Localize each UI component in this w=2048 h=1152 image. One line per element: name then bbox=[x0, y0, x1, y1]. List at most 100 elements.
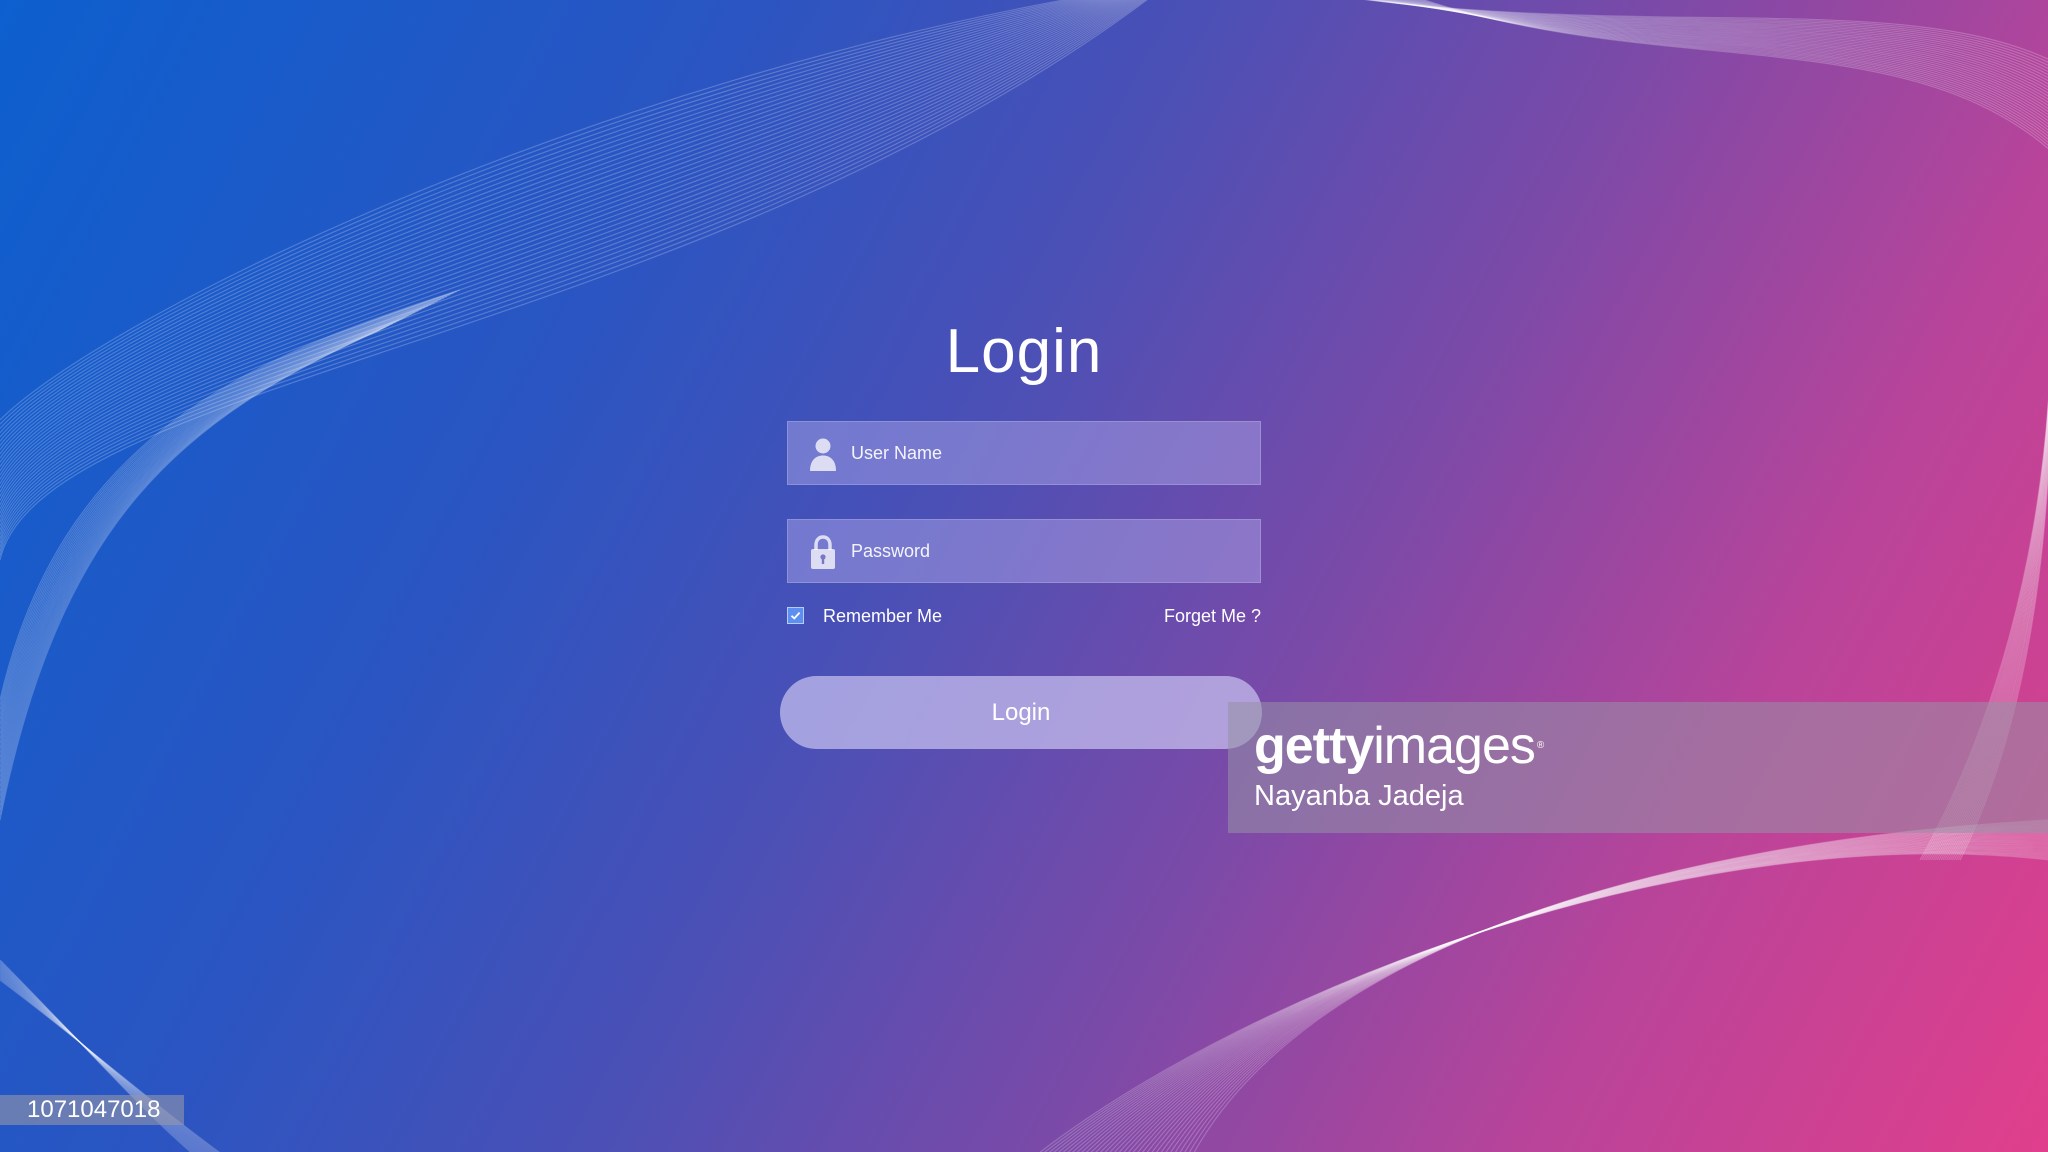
user-icon bbox=[810, 438, 836, 471]
watermark-logo-mark: ® bbox=[1536, 740, 1544, 751]
wave-line bbox=[0, 313, 413, 773]
wave-line bbox=[0, 329, 381, 821]
wave-line bbox=[0, 294, 451, 715]
wave-line bbox=[1420, 0, 2048, 147]
wave-line bbox=[1384, 0, 2048, 97]
wave-line bbox=[1118, 838, 2048, 1152]
wave-line bbox=[1095, 843, 2048, 1152]
wave-line bbox=[1053, 850, 2048, 1152]
wave-line bbox=[1132, 835, 2048, 1152]
wave-line bbox=[1404, 0, 2048, 125]
wave-line bbox=[1378, 0, 2048, 88]
wave-line bbox=[1382, 0, 2048, 94]
wave-line bbox=[0, 0, 1114, 480]
page-title: Login bbox=[945, 317, 1103, 386]
wave-line bbox=[1391, 0, 2048, 106]
wave-line bbox=[0, 316, 406, 782]
wave-line bbox=[1402, 0, 2048, 122]
wave-line bbox=[0, 975, 215, 1152]
wave-line bbox=[0, 307, 426, 753]
wave-line bbox=[0, 327, 384, 816]
remember-row: Remember Me Forget Me ? bbox=[787, 604, 1261, 628]
wave-line bbox=[1039, 853, 2048, 1152]
wave-line bbox=[1406, 0, 2048, 128]
wave-line bbox=[1184, 821, 2048, 1152]
wave-line bbox=[1369, 0, 2048, 73]
wave-line bbox=[1170, 825, 2048, 1152]
wave-line bbox=[0, 310, 419, 763]
watermark-logo-bold: getty bbox=[1254, 717, 1374, 775]
wave-line bbox=[0, 0, 1116, 484]
login-button[interactable]: Login bbox=[780, 676, 1262, 749]
wave-line bbox=[1418, 0, 2048, 143]
wave-line bbox=[1058, 850, 2048, 1152]
wave-line bbox=[1123, 837, 2048, 1152]
wave-line bbox=[1137, 833, 2048, 1152]
wave-line bbox=[0, 0, 1101, 459]
wave-line bbox=[1364, 0, 2048, 63]
wave-line bbox=[1193, 819, 2048, 1152]
password-input[interactable] bbox=[851, 520, 1241, 582]
wave-line bbox=[1368, 0, 2048, 70]
wave-line bbox=[1423, 0, 2048, 150]
wave-line bbox=[1411, 0, 2048, 134]
wave-line bbox=[1409, 0, 2048, 131]
wave-line bbox=[0, 978, 219, 1152]
wave-line bbox=[0, 300, 438, 734]
wave-line bbox=[1104, 841, 2048, 1152]
wave-line bbox=[1067, 848, 2048, 1152]
wave-line bbox=[1086, 845, 2048, 1152]
wave-line bbox=[1399, 0, 2048, 119]
wave-line bbox=[1165, 826, 2048, 1152]
wave-line bbox=[0, 291, 457, 705]
forget-me-link[interactable]: Forget Me ? bbox=[1164, 604, 1261, 628]
wave-line bbox=[1146, 831, 2048, 1152]
wave-line bbox=[1100, 842, 2048, 1152]
wave-line bbox=[1366, 0, 2048, 66]
wave-line bbox=[0, 295, 448, 720]
wave-line bbox=[1397, 0, 2048, 116]
wave-line bbox=[0, 321, 397, 797]
wave-line bbox=[1376, 0, 2048, 85]
wave-line bbox=[0, 974, 213, 1152]
wave-line bbox=[1363, 0, 2048, 60]
wave-line bbox=[1048, 851, 2048, 1152]
wave-line bbox=[1416, 0, 2048, 140]
wave-line bbox=[0, 292, 454, 710]
watermark-credit: Nayanba Jadeja bbox=[1254, 780, 1464, 812]
wave-line bbox=[1156, 829, 2048, 1152]
wave-line bbox=[0, 0, 1111, 476]
checkmark-icon bbox=[790, 611, 801, 620]
wave-line bbox=[1076, 846, 2048, 1152]
watermark-logo: gettyimages ® bbox=[1254, 716, 1544, 776]
wave-line bbox=[0, 326, 387, 811]
wave-line bbox=[1175, 824, 2048, 1152]
username-input[interactable] bbox=[851, 422, 1241, 484]
wave-line bbox=[0, 976, 217, 1152]
wave-line bbox=[0, 319, 400, 792]
wave-line bbox=[1062, 849, 2048, 1152]
wave-line bbox=[1389, 0, 2048, 103]
wave-line bbox=[0, 323, 394, 801]
wave-line bbox=[1413, 0, 2048, 137]
wave-line bbox=[1072, 847, 2048, 1152]
wave-line bbox=[0, 324, 390, 806]
wave-line bbox=[0, 297, 445, 725]
wave-line bbox=[1380, 0, 2048, 91]
wave-line bbox=[1160, 827, 2048, 1152]
wave-line bbox=[0, 302, 435, 739]
wave-line bbox=[1373, 0, 2048, 79]
wave-line bbox=[1375, 0, 2048, 82]
wave-line bbox=[1189, 820, 2048, 1152]
wave-line bbox=[0, 0, 1107, 467]
remember-me-checkbox[interactable] bbox=[787, 607, 804, 624]
wave-line bbox=[1151, 830, 2048, 1152]
wave-line bbox=[1114, 839, 2048, 1152]
username-field-container bbox=[787, 421, 1261, 485]
wave-line bbox=[1109, 840, 2048, 1152]
wave-line bbox=[0, 0, 1109, 472]
wave-line bbox=[0, 315, 410, 777]
remember-me-label[interactable]: Remember Me bbox=[823, 604, 942, 628]
wave-line bbox=[0, 308, 422, 758]
wave-line bbox=[1128, 836, 2048, 1152]
